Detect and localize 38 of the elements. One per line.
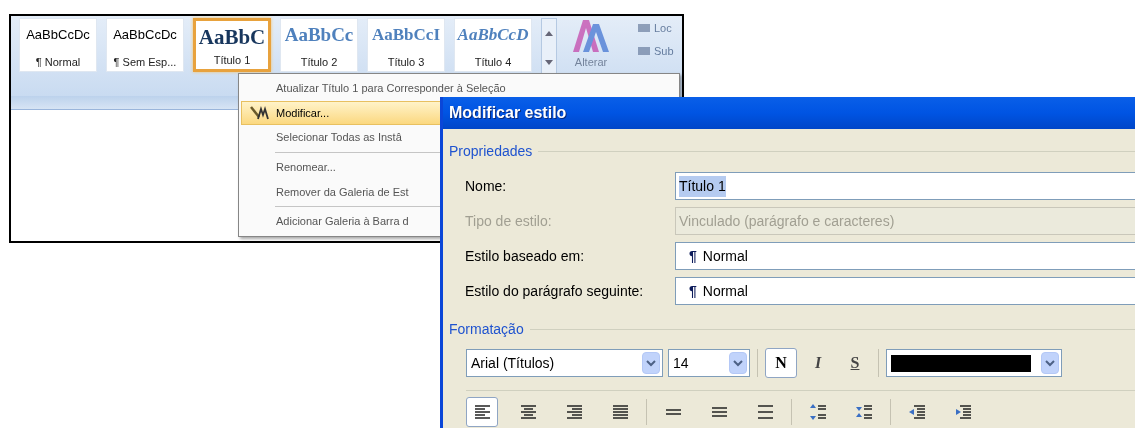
window-title: Modificar estilo	[449, 103, 567, 123]
double-spacing-icon	[755, 403, 775, 421]
text-field[interactable]: Título 1	[675, 172, 1135, 200]
style-gallery-item[interactable]: AaBbCcI Título 3	[367, 18, 445, 72]
section-heading: Propriedades	[449, 142, 533, 161]
style-gallery-item[interactable]: AaBbCcDc ¶ Normal	[19, 18, 97, 72]
style-gallery-item[interactable]: AaBbC Título 1	[193, 18, 271, 72]
up-arrow-icon[interactable]	[545, 31, 553, 36]
paragraph-button[interactable]	[466, 397, 498, 427]
style-gallery-item[interactable]: AaBbCc Título 2	[280, 18, 358, 72]
align-left-icon	[472, 403, 492, 421]
style-gallery-item[interactable]: AaBbCcD Título 4	[454, 18, 532, 72]
text-style-button[interactable]: I	[802, 348, 834, 378]
decrease-indent-icon	[907, 403, 927, 421]
align-right-icon	[564, 403, 584, 421]
space-before-icon	[808, 403, 828, 421]
space-after-icon	[854, 403, 874, 421]
field-label: Estilo do parágrafo seguinte:	[465, 281, 645, 301]
size-dropdown[interactable]: 14	[668, 349, 750, 377]
ribbon-button-icon	[637, 22, 651, 35]
ribbon-button[interactable]: Loc	[637, 20, 674, 37]
field-label: Tipo de estilo:	[465, 211, 553, 231]
field-label: Nome:	[465, 176, 508, 196]
field-label: Estilo baseado em:	[465, 246, 586, 266]
text-style-button[interactable]: S	[839, 348, 871, 378]
down-arrow-icon[interactable]	[545, 60, 553, 65]
align-center-icon	[518, 403, 538, 421]
ribbon-button-icon	[637, 44, 651, 57]
style-gallery-item[interactable]: AaBbCcDc ¶ Sem Esp...	[106, 18, 184, 72]
increase-indent-icon	[953, 403, 973, 421]
style-dropdown[interactable]: ¶ Normal	[675, 277, 1135, 305]
section-heading: Formatação	[449, 320, 524, 339]
color-dropdown[interactable]	[886, 349, 1062, 377]
style-dropdown[interactable]: ¶ Normal	[675, 242, 1135, 270]
font-dropdown[interactable]: Arial (Títulos)	[466, 349, 663, 377]
text-style-button[interactable]: N	[765, 348, 797, 378]
justify-icon	[610, 403, 630, 421]
pencil-style-icon	[249, 105, 269, 121]
